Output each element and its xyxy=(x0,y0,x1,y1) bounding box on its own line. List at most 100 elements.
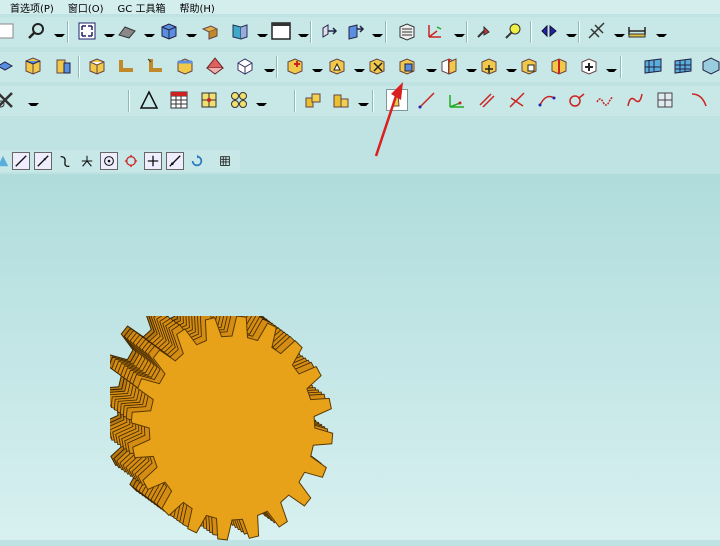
delete-curve-dropdown[interactable] xyxy=(28,103,39,106)
search-icon[interactable] xyxy=(26,20,48,42)
combine-icon[interactable] xyxy=(548,55,570,77)
project-curve-icon[interactable] xyxy=(654,89,676,111)
mirror-icon[interactable] xyxy=(538,20,560,42)
cone-icon[interactable] xyxy=(52,55,74,77)
grid-snap-icon[interactable] xyxy=(216,152,234,170)
snap-menu-icon[interactable] xyxy=(0,152,12,170)
box-icon[interactable] xyxy=(0,55,16,77)
flange-icon[interactable] xyxy=(144,55,166,77)
assembly-new-icon[interactable] xyxy=(330,89,352,111)
line-snap-icon[interactable] xyxy=(12,152,30,170)
trim-body-icon[interactable] xyxy=(396,55,418,77)
rectangle-icon[interactable] xyxy=(270,20,292,42)
measure-icon[interactable] xyxy=(626,20,648,42)
separator xyxy=(294,90,296,112)
symbol-dropdown[interactable] xyxy=(256,103,267,106)
surface-mesh-icon[interactable] xyxy=(672,55,694,77)
datum-csys-icon[interactable] xyxy=(424,20,446,42)
search-dropdown[interactable] xyxy=(54,34,65,37)
layer-icon[interactable] xyxy=(199,20,221,42)
synchronous-icon[interactable] xyxy=(366,55,388,77)
offset-face-icon[interactable] xyxy=(478,55,500,77)
rotate-snap-icon[interactable] xyxy=(188,152,206,170)
render-style-dropdown[interactable] xyxy=(144,34,155,37)
angle-snap-icon[interactable] xyxy=(166,152,184,170)
intersection-snap-icon[interactable] xyxy=(78,152,96,170)
menu-window[interactable]: 窗口(O) xyxy=(68,0,104,15)
separator xyxy=(276,56,278,78)
measure-dropdown[interactable] xyxy=(656,34,667,37)
unfold-icon[interactable] xyxy=(174,55,196,77)
subtract-dropdown[interactable] xyxy=(354,69,365,72)
chamfer-icon[interactable] xyxy=(284,55,306,77)
through-curves-dropdown[interactable] xyxy=(606,69,617,72)
offset-face-dropdown[interactable] xyxy=(506,69,517,72)
toolbar-row-2 xyxy=(0,52,720,82)
snap-toolbar xyxy=(0,150,240,172)
hatch-dropdown[interactable] xyxy=(614,34,625,37)
delete-curve-icon[interactable] xyxy=(0,89,16,111)
bend-icon[interactable] xyxy=(116,55,138,77)
intersect-icon[interactable] xyxy=(506,89,528,111)
shaded-cube-icon[interactable] xyxy=(158,20,180,42)
separator xyxy=(128,90,130,112)
gear-model[interactable] xyxy=(110,316,360,546)
fit-view-dropdown[interactable] xyxy=(104,34,115,37)
part-navigator-icon[interactable] xyxy=(396,20,418,42)
render-style-icon[interactable] xyxy=(116,20,138,42)
bridge-curve-icon[interactable] xyxy=(624,89,646,111)
symbol-icon[interactable] xyxy=(228,89,250,111)
edge-blend-icon[interactable] xyxy=(234,55,256,77)
graphics-viewport[interactable] xyxy=(0,174,720,541)
helix-icon[interactable] xyxy=(594,89,616,111)
center-snap-icon[interactable] xyxy=(100,152,118,170)
menu-gc-toolbox[interactable]: GC 工具箱 xyxy=(118,0,166,15)
point-snap-icon[interactable] xyxy=(144,152,162,170)
line-icon[interactable] xyxy=(416,89,438,111)
datum-axis-icon[interactable] xyxy=(446,89,468,111)
through-curves-icon[interactable] xyxy=(578,55,600,77)
revolve-dropdown[interactable] xyxy=(372,34,383,37)
menu-help[interactable]: 帮助(H) xyxy=(179,0,214,15)
triangle-icon[interactable] xyxy=(138,89,160,111)
quadrant-snap-icon[interactable] xyxy=(122,152,140,170)
spline-icon[interactable] xyxy=(566,89,588,111)
curve-snap-icon[interactable] xyxy=(56,152,74,170)
view-dropdown[interactable] xyxy=(257,34,268,37)
surface-patch-icon[interactable] xyxy=(700,55,720,77)
separator xyxy=(466,21,468,43)
sphere-icon[interactable] xyxy=(204,55,226,77)
trim-body-dropdown[interactable] xyxy=(426,69,437,72)
edge-blend-dropdown[interactable] xyxy=(264,69,275,72)
assembly-dropdown[interactable] xyxy=(358,103,369,106)
mirror-dropdown[interactable] xyxy=(566,34,577,37)
chamfer-dropdown[interactable] xyxy=(312,69,323,72)
datum-dropdown[interactable] xyxy=(454,34,465,37)
extrude-icon[interactable] xyxy=(318,20,340,42)
shaded-cube-dropdown[interactable] xyxy=(186,34,197,37)
view-icon[interactable] xyxy=(229,20,251,42)
split-body-icon[interactable] xyxy=(438,55,460,77)
subtract-icon[interactable] xyxy=(326,55,348,77)
menu-preferences[interactable]: 首选项(P) xyxy=(10,0,54,15)
extract-curve-icon[interactable] xyxy=(688,89,710,111)
block-icon[interactable] xyxy=(86,55,108,77)
table-icon[interactable] xyxy=(168,89,190,111)
grid-icon[interactable] xyxy=(198,89,220,111)
rectangle-dropdown[interactable] xyxy=(298,34,309,37)
toolbar-row-1 xyxy=(0,17,720,47)
input-box-icon[interactable] xyxy=(0,20,16,42)
curve-tool-icon[interactable] xyxy=(474,20,496,42)
arc-icon[interactable] xyxy=(536,89,558,111)
revolve-icon[interactable] xyxy=(344,20,366,42)
surface-icon[interactable] xyxy=(642,55,664,77)
pattern-icon[interactable] xyxy=(518,55,540,77)
tangent-snap-icon[interactable] xyxy=(34,152,52,170)
offset-line-icon[interactable] xyxy=(476,89,498,111)
wave-icon[interactable] xyxy=(502,20,524,42)
hatch-icon[interactable] xyxy=(586,20,608,42)
cylinder-icon[interactable] xyxy=(22,55,44,77)
assembly-add-icon[interactable] xyxy=(302,89,324,111)
split-body-dropdown[interactable] xyxy=(466,69,477,72)
fit-view-icon[interactable] xyxy=(76,20,98,42)
